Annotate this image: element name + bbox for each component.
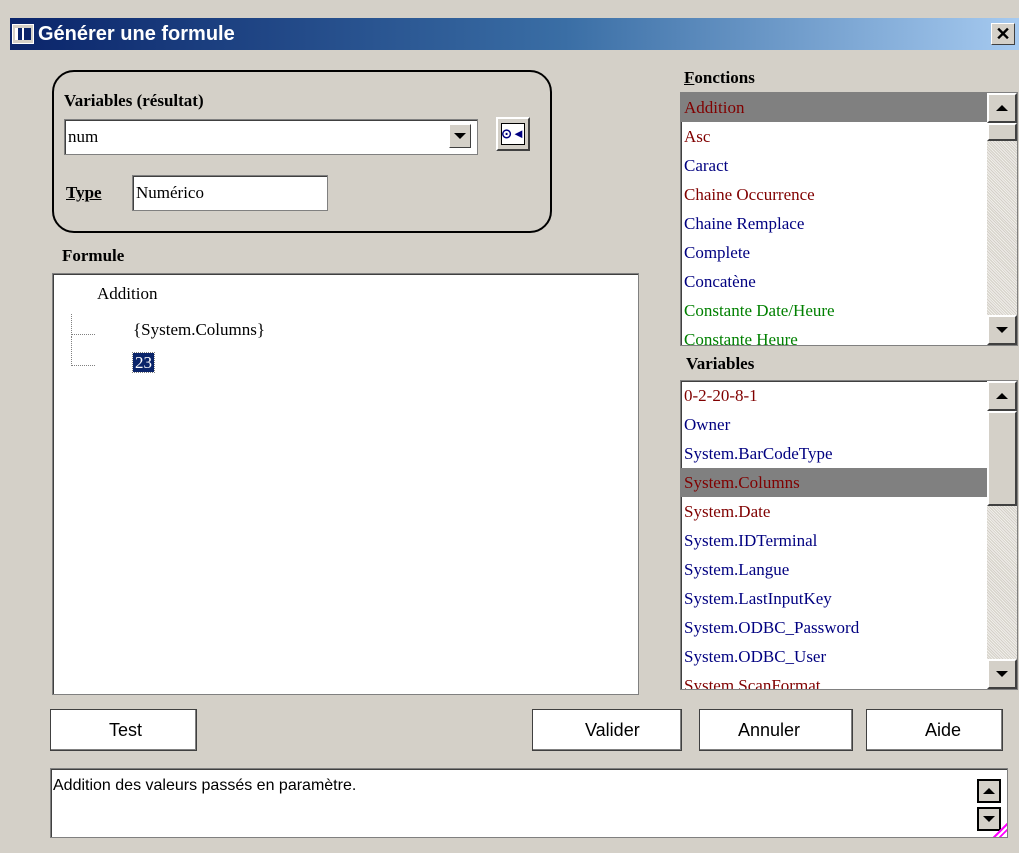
title-bar: Générer une formule ✕ — [10, 18, 1019, 50]
tree-connector — [71, 336, 95, 366]
function-item[interactable]: Caract — [681, 151, 1017, 180]
tree-node-value-text: 23 — [132, 352, 155, 373]
function-item[interactable]: Concatène — [681, 267, 1017, 296]
test-button[interactable]: Test — [50, 709, 197, 751]
app-icon — [12, 24, 34, 44]
formula-label: Formule — [62, 246, 125, 265]
resize-grip-icon[interactable] — [993, 823, 1007, 837]
scroll-up-button[interactable] — [987, 381, 1017, 411]
function-item[interactable]: Asc — [681, 122, 1017, 151]
validate-button-label: Valider — [585, 720, 640, 740]
result-variables-label: Variables (résultat) — [64, 91, 204, 110]
function-item[interactable]: Addition — [681, 93, 1017, 122]
function-item[interactable]: Chaine Remplace — [681, 209, 1017, 238]
chevron-down-icon — [454, 133, 466, 139]
variable-item[interactable]: 0-2-20-8-1 — [681, 381, 1017, 410]
window-title: Générer une formule — [38, 22, 235, 45]
arrow-down-icon — [983, 816, 995, 822]
variables-list[interactable]: 0-2-20-8-1 Owner System.BarCodeType System.… — [680, 380, 1018, 690]
scroll-down-button[interactable] — [987, 659, 1017, 689]
type-label-text: Type — [66, 183, 102, 202]
variables-items: 0-2-20-8-1 Owner System.BarCodeType System.… — [681, 381, 1017, 689]
functions-label-rest: onctions — [694, 68, 755, 87]
formula-tree[interactable]: Addition {System.Columns} 23 — [52, 273, 639, 695]
function-item[interactable]: Complete — [681, 238, 1017, 267]
type-label: Type — [66, 183, 102, 203]
variable-item[interactable]: System.LastInputKey — [681, 584, 1017, 613]
help-button-label: Aide — [925, 720, 962, 740]
close-button[interactable]: ✕ — [991, 23, 1015, 45]
link-icon: ⊙◄ — [501, 123, 525, 145]
tree-node-value[interactable]: 23 — [132, 352, 155, 373]
help-button[interactable]: Aide — [866, 709, 1003, 751]
tree-connector — [71, 314, 95, 335]
functions-label: Fonctions — [684, 68, 755, 87]
result-variable-select[interactable]: num — [64, 119, 478, 155]
arrow-up-icon — [983, 788, 995, 794]
arrow-down-icon — [996, 327, 1008, 333]
link-variable-button[interactable]: ⊙◄ — [496, 117, 530, 151]
tree-node-root[interactable]: Addition — [97, 284, 157, 304]
cancel-button-label: Annuler — [738, 720, 801, 740]
variable-item[interactable]: System.Date — [681, 497, 1017, 526]
arrow-down-icon — [996, 671, 1008, 677]
variable-item[interactable]: System.Columns — [681, 468, 1017, 497]
variable-item[interactable]: System.ScanFormat — [681, 671, 1017, 689]
functions-items: Addition Asc Caract Chaine Occurrence Chaine… — [681, 93, 1017, 345]
description-text: Addition des valeurs passés en paramètre… — [53, 777, 357, 794]
functions-list[interactable]: Addition Asc Caract Chaine Occurrence Chaine… — [680, 92, 1018, 346]
scroll-down-button[interactable] — [987, 315, 1017, 345]
tree-node-system-columns[interactable]: {System.Columns} — [133, 320, 265, 340]
test-button-label: Test — [109, 720, 143, 740]
function-item[interactable]: Constante Date/Heure — [681, 296, 1017, 325]
variable-item[interactable]: System.Langue — [681, 555, 1017, 584]
validate-button[interactable]: Valider — [532, 709, 682, 751]
variable-item[interactable]: System.BarCodeType — [681, 439, 1017, 468]
variable-item[interactable]: System.ODBC_User — [681, 642, 1017, 671]
arrow-up-icon — [996, 393, 1008, 399]
variable-item[interactable]: System.ODBC_Password — [681, 613, 1017, 642]
scroll-thumb[interactable] — [987, 411, 1017, 506]
variables-label: Variables — [686, 354, 755, 373]
function-item[interactable]: Chaine Occurrence — [681, 180, 1017, 209]
cancel-button[interactable]: Annuler — [699, 709, 853, 751]
function-item[interactable]: Constante Heure — [681, 325, 1017, 345]
variable-item[interactable]: Owner — [681, 410, 1017, 439]
description-box: Addition des valeurs passés en paramètre… — [50, 768, 1008, 838]
variable-item[interactable]: System.IDTerminal — [681, 526, 1017, 555]
variables-scrollbar[interactable] — [987, 381, 1017, 689]
result-variable-dropdown-button[interactable] — [449, 124, 471, 148]
functions-scrollbar[interactable] — [987, 93, 1017, 345]
scroll-thumb[interactable] — [987, 123, 1017, 141]
type-field[interactable]: Numérico — [132, 175, 328, 211]
desc-scroll-up-button[interactable] — [977, 779, 1001, 803]
scroll-up-button[interactable] — [987, 93, 1017, 123]
arrow-up-icon — [996, 105, 1008, 111]
